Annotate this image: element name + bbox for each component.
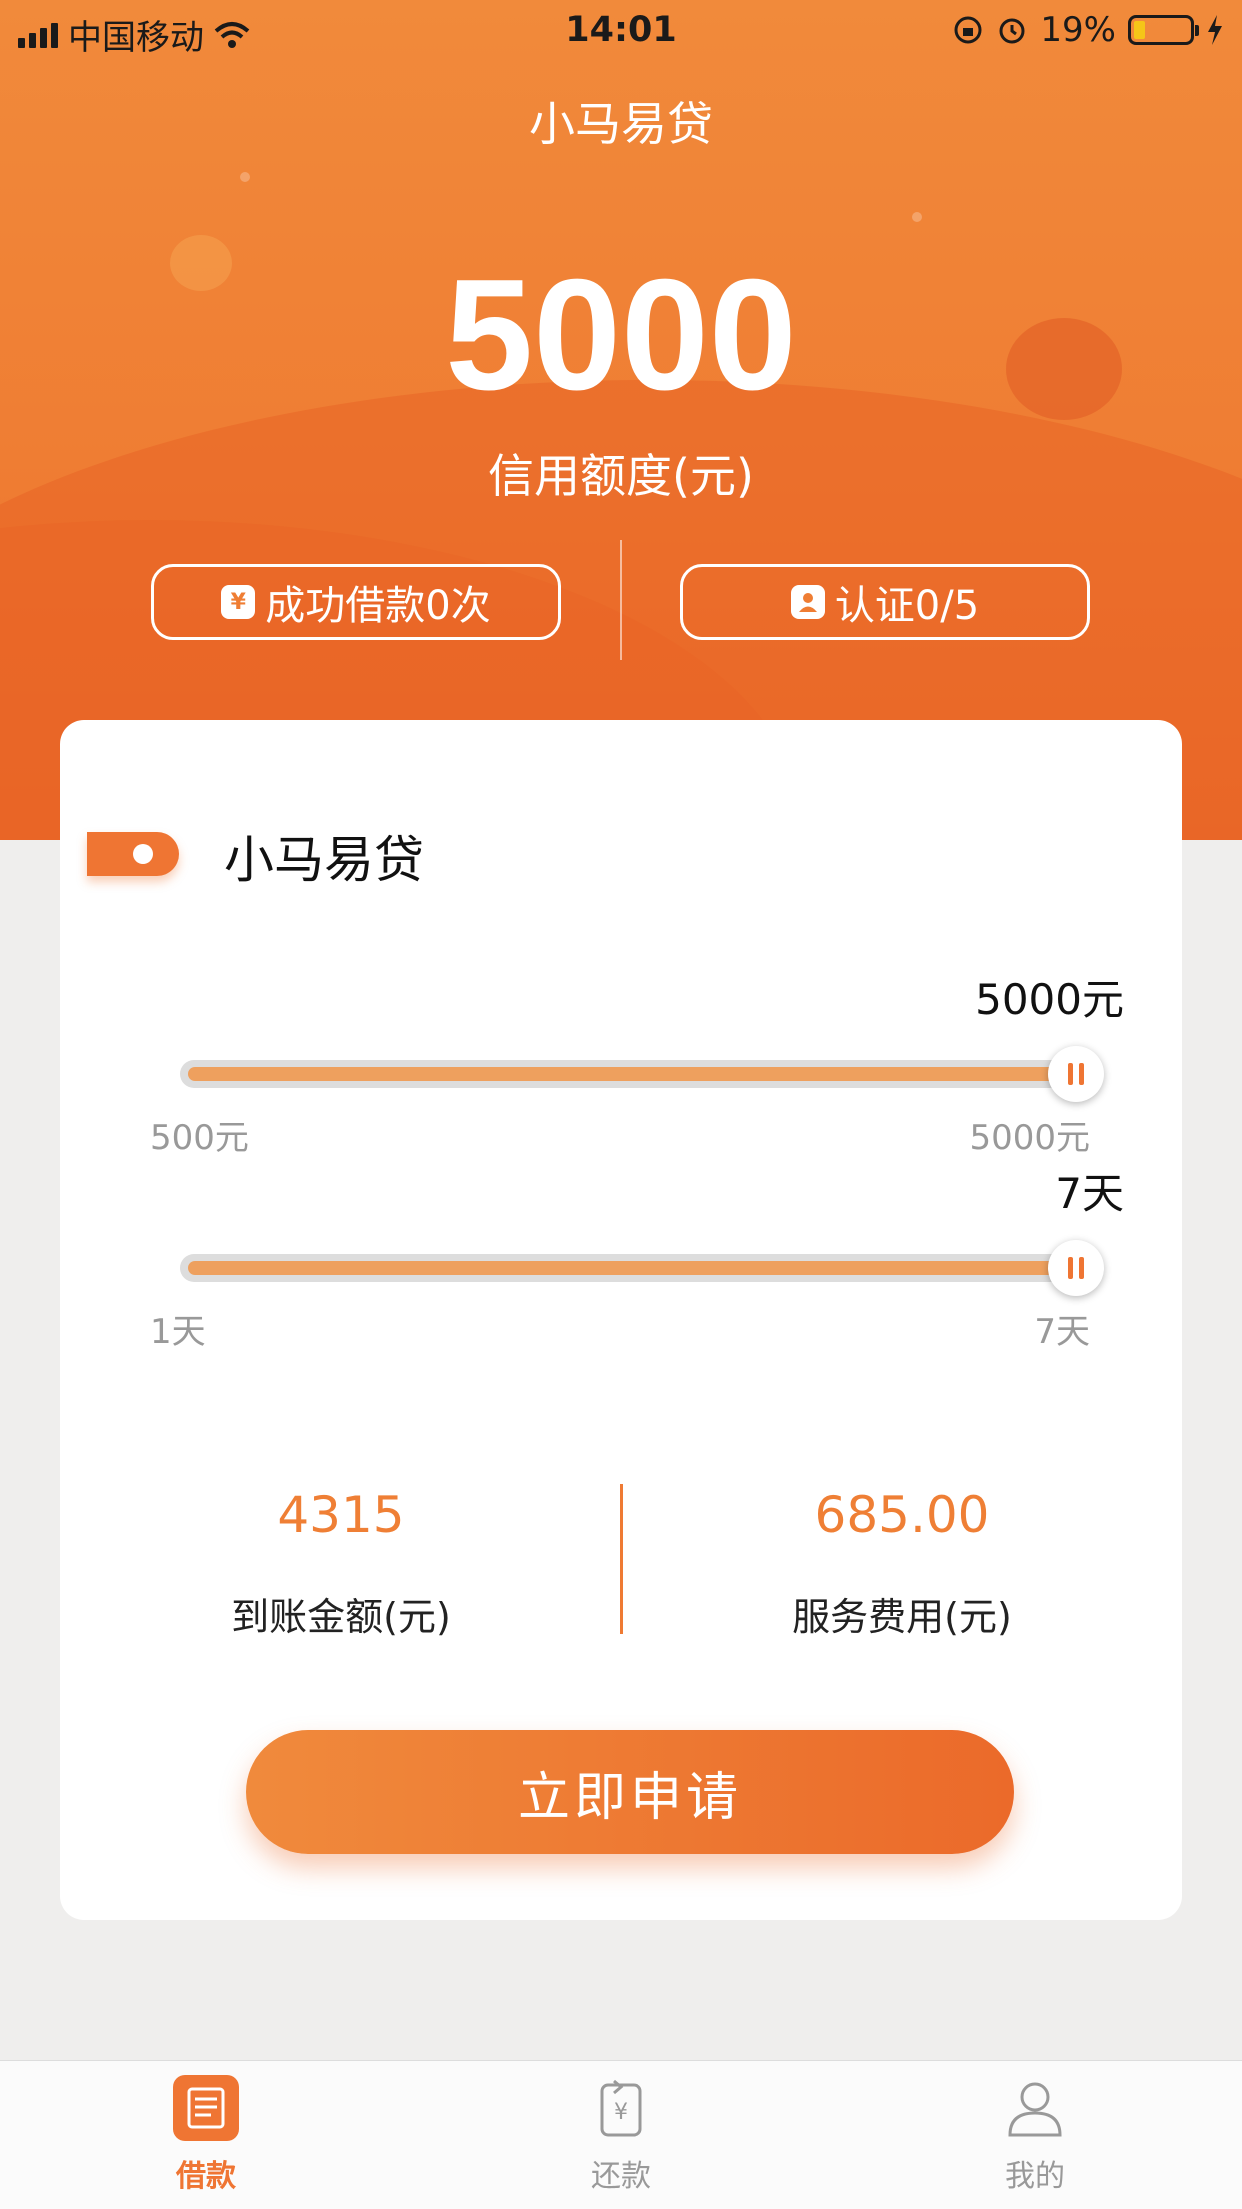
- status-bar: 中国移动 14:01 19%: [0, 0, 1242, 60]
- receipt-icon: [173, 2075, 239, 2141]
- received-amount-label: 到账金额(元): [231, 1595, 451, 1639]
- alarm-icon: [999, 18, 1025, 44]
- header-banner: 中国移动 14:01 19% 小马易贷 5000 信用额度(元) ¥ 成功借款0…: [0, 0, 1242, 840]
- header-divider: [620, 540, 622, 660]
- rotation-lock-icon: [954, 16, 982, 44]
- days-value: 7天: [1055, 1169, 1124, 1218]
- svg-text:¥: ¥: [614, 2100, 628, 2125]
- amount-value: 5000元: [975, 975, 1124, 1024]
- battery-percent: 19%: [1040, 10, 1116, 50]
- days-slider-fill: [188, 1261, 1076, 1275]
- successful-loans-label: 成功借款0次: [265, 583, 491, 629]
- days-min-label: 1天: [150, 1312, 206, 1352]
- charging-icon: [1208, 15, 1222, 45]
- successful-loans-button[interactable]: ¥ 成功借款0次: [151, 564, 561, 640]
- amount-slider-fill: [188, 1067, 1076, 1081]
- decorative-dot: [240, 172, 250, 182]
- credit-amount: 5000: [445, 247, 797, 423]
- days-slider-thumb[interactable]: [1048, 1240, 1104, 1296]
- decorative-dot: [912, 212, 922, 222]
- amount-min-label: 500元: [150, 1118, 249, 1158]
- battery-icon: [1128, 15, 1199, 45]
- tab-bar: 借款 ¥ 还款 我的: [0, 2060, 1242, 2209]
- tab-repay[interactable]: ¥ 还款: [541, 2075, 701, 2195]
- amount-slider-thumb[interactable]: [1048, 1046, 1104, 1102]
- tab-loan[interactable]: 借款: [126, 2075, 286, 2195]
- tab-profile[interactable]: 我的: [955, 2075, 1115, 2195]
- stats-divider: [620, 1484, 623, 1634]
- apply-now-button[interactable]: 立即申请: [246, 1730, 1014, 1854]
- amount-max-label: 5000元: [969, 1118, 1090, 1158]
- verification-button[interactable]: 认证0/5: [680, 564, 1090, 640]
- credit-label: 信用额度(元): [488, 449, 754, 503]
- repay-icon: ¥: [588, 2075, 654, 2141]
- service-fee-label: 服务费用(元): [792, 1595, 1012, 1639]
- tab-profile-label: 我的: [1005, 2159, 1065, 2194]
- user-icon: [790, 585, 825, 619]
- status-right: 19%: [952, 10, 1224, 50]
- card-tag-toggle-icon: [87, 832, 179, 876]
- tab-repay-label: 还款: [591, 2159, 651, 2194]
- app-title: 小马易贷: [529, 97, 713, 151]
- amount-slider[interactable]: [180, 1060, 1084, 1088]
- verification-label: 认证0/5: [834, 583, 980, 629]
- days-slider[interactable]: [180, 1254, 1084, 1282]
- received-amount-value: 4315: [277, 1486, 405, 1544]
- days-max-label: 7天: [1034, 1312, 1090, 1352]
- yen-hand-icon: ¥: [221, 585, 256, 619]
- card-title: 小马易贷: [224, 831, 424, 889]
- profile-icon: [1002, 2075, 1068, 2141]
- service-fee-value: 685.00: [814, 1486, 990, 1544]
- tab-loan-label: 借款: [176, 2159, 236, 2194]
